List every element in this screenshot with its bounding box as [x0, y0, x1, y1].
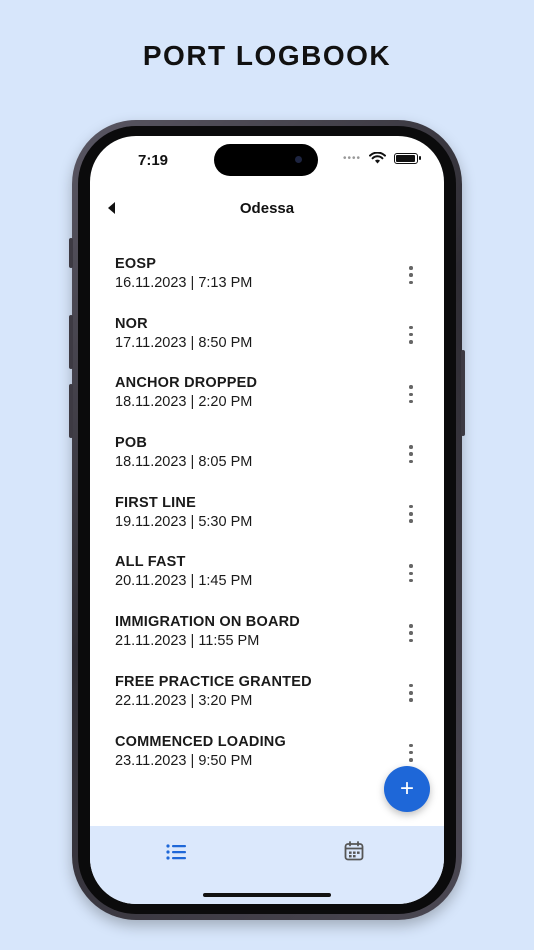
signal-dots-icon: •••• [342, 152, 361, 164]
entry-title: FREE PRACTICE GRANTED [115, 673, 312, 690]
more-vert-icon[interactable] [405, 622, 417, 644]
list-item[interactable]: FREE PRACTICE GRANTED 22.11.2023 | 3:20 … [115, 674, 435, 734]
more-vert-icon[interactable] [405, 562, 417, 584]
home-indicator [203, 893, 331, 897]
list-item[interactable]: EOSP 16.11.2023 | 7:13 PM [115, 256, 435, 316]
action-button [69, 238, 73, 268]
more-vert-icon[interactable] [405, 443, 417, 465]
list-item[interactable]: FIRST LINE 19.11.2023 | 5:30 PM [115, 495, 435, 555]
entry-datetime: 21.11.2023 | 11:55 PM [115, 633, 260, 650]
status-icons: •••• [342, 152, 421, 164]
list-item[interactable]: POB 18.11.2023 | 8:05 PM [115, 435, 435, 495]
plus-icon: + [399, 775, 414, 802]
more-vert-icon[interactable] [405, 264, 417, 286]
more-vert-icon[interactable] [405, 503, 417, 525]
dynamic-island [214, 144, 318, 176]
volume-up-button [69, 315, 73, 369]
more-vert-icon[interactable] [405, 682, 417, 704]
entry-title: IMMIGRATION ON BOARD [115, 614, 300, 631]
entry-title: FIRST LINE [115, 494, 196, 511]
status-time: 7:19 [138, 152, 169, 169]
list-item[interactable]: IMMIGRATION ON BOARD 21.11.2023 | 11:55 … [115, 614, 435, 674]
list-icon[interactable] [166, 844, 186, 860]
entry-title: ANCHOR DROPPED [115, 375, 258, 392]
entry-datetime: 17.11.2023 | 8:50 PM [115, 334, 253, 351]
entry-datetime: 23.11.2023 | 9:50 PM [115, 752, 253, 769]
app-screen: 7:19 •••• Odessa EOSP 16.11.2023 | 7:13 … [90, 136, 444, 904]
entry-title: POB [115, 435, 148, 452]
entry-datetime: 18.11.2023 | 8:05 PM [115, 454, 253, 471]
more-vert-icon[interactable] [405, 383, 417, 405]
entry-datetime: 18.11.2023 | 2:20 PM [115, 394, 253, 411]
entry-title: COMMENCED LOADING [115, 733, 286, 750]
nav-bar: Odessa [90, 194, 444, 234]
list-item[interactable]: ANCHOR DROPPED 18.11.2023 | 2:20 PM [115, 375, 435, 435]
phone-frame: 7:19 •••• Odessa EOSP 16.11.2023 | 7:13 … [69, 120, 465, 920]
headline: PORT LOGBOOK [142, 40, 392, 71]
more-vert-icon[interactable] [405, 324, 417, 346]
volume-down-button [69, 384, 73, 438]
entry-datetime: 20.11.2023 | 1:45 PM [115, 573, 253, 590]
list-item[interactable]: NOR 17.11.2023 | 8:50 PM [115, 316, 435, 376]
battery-icon [394, 152, 421, 164]
log-list: EOSP 16.11.2023 | 7:13 PM NOR 17.11.2023… [115, 256, 435, 793]
entry-title: NOR [115, 315, 148, 332]
power-button [461, 350, 465, 436]
entry-datetime: 16.11.2023 | 7:13 PM [115, 275, 253, 291]
wifi-icon [369, 152, 386, 164]
entry-datetime: 22.11.2023 | 3:20 PM [115, 692, 253, 709]
entry-title: ALL FAST [115, 554, 186, 571]
more-vert-icon[interactable] [405, 742, 417, 764]
list-item[interactable]: ALL FAST 20.11.2023 | 1:45 PM [115, 554, 435, 614]
page-title: Odessa [239, 200, 295, 217]
entry-datetime: 19.11.2023 | 5:30 PM [115, 513, 253, 530]
camera-icon [295, 156, 302, 163]
calendar-icon[interactable] [344, 841, 364, 861]
add-entry-button[interactable]: + [384, 766, 430, 812]
entry-title: EOSP [115, 256, 157, 272]
